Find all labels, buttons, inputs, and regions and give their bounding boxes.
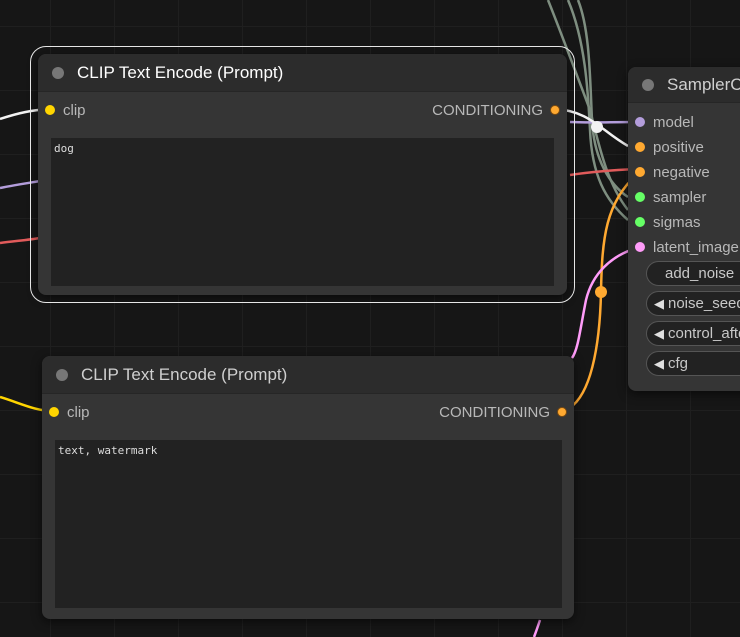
input-slot-sigmas[interactable]: sigmas: [635, 213, 701, 231]
input-slot-negative[interactable]: negative: [635, 163, 710, 181]
widget-label-noise-seed: noise_seed: [668, 295, 740, 312]
output-slot-conditioning[interactable]: CONDITIONING: [439, 403, 567, 421]
noise-seed-widget[interactable]: ◀ noise_seed: [646, 291, 740, 316]
input-label-positive: positive: [653, 138, 704, 156]
output-slot-conditioning[interactable]: CONDITIONING: [432, 101, 560, 119]
control-after-generate-widget[interactable]: ◀ control_after: [646, 321, 740, 346]
conditioning-output-dot-icon[interactable]: [550, 105, 560, 115]
decrement-arrow-icon[interactable]: ◀: [654, 296, 664, 312]
node-title: CLIP Text Encode (Prompt): [81, 364, 288, 384]
node-title-bar[interactable]: CLIP Text Encode (Prompt): [38, 54, 567, 92]
decrement-arrow-icon[interactable]: ◀: [654, 326, 664, 342]
sampler-input-dot-icon[interactable]: [635, 192, 645, 202]
model-input-dot-icon[interactable]: [635, 117, 645, 127]
add-noise-widget[interactable]: add_noise: [646, 261, 740, 286]
wire-gray-3: [576, 0, 629, 199]
output-label-conditioning: CONDITIONING: [432, 101, 543, 119]
wire-gray-2: [566, 0, 629, 221]
sampler-custom-node[interactable]: SamplerC model positive negative sampler…: [628, 67, 740, 391]
negative-input-dot-icon[interactable]: [635, 167, 645, 177]
input-label-negative: negative: [653, 163, 710, 181]
collapse-dot-icon[interactable]: [642, 78, 654, 91]
cfg-widget[interactable]: ◀ cfg: [646, 351, 740, 376]
prompt-text-area[interactable]: dog: [51, 138, 554, 286]
clip-input-dot-icon[interactable]: [49, 407, 59, 417]
positive-input-dot-icon[interactable]: [635, 142, 645, 152]
input-slot-model[interactable]: model: [635, 113, 694, 131]
clip-input-dot-icon[interactable]: [45, 105, 55, 115]
input-label-clip: clip: [67, 403, 90, 421]
clip-text-encode-positive-node[interactable]: CLIP Text Encode (Prompt) clip CONDITION…: [30, 46, 575, 303]
node-title-bar[interactable]: SamplerC: [628, 67, 740, 103]
input-slot-clip[interactable]: clip: [45, 101, 86, 119]
latent-input-dot-icon[interactable]: [635, 242, 645, 252]
reroute-dot-white[interactable]: [591, 121, 603, 133]
wire-pink-bottom: [532, 619, 542, 637]
widget-label-add-noise: add_noise: [665, 265, 735, 282]
sigmas-input-dot-icon[interactable]: [635, 217, 645, 227]
wire-red-1: [0, 236, 41, 245]
prompt-text-area[interactable]: text, watermark: [55, 440, 562, 608]
collapse-dot-icon[interactable]: [52, 66, 64, 79]
reroute-dot-orange[interactable]: [595, 286, 607, 298]
node-title-bar[interactable]: CLIP Text Encode (Prompt): [42, 356, 574, 394]
decrement-arrow-icon[interactable]: ◀: [654, 356, 664, 372]
conditioning-output-dot-icon[interactable]: [557, 407, 567, 417]
input-label-clip: clip: [63, 101, 86, 119]
widget-label-control-after: control_after: [668, 325, 740, 342]
input-slot-clip[interactable]: clip: [49, 403, 90, 421]
widget-label-cfg: cfg: [668, 355, 689, 372]
output-label-conditioning: CONDITIONING: [439, 403, 550, 421]
clip-text-encode-negative-node[interactable]: CLIP Text Encode (Prompt) clip CONDITION…: [42, 356, 574, 619]
input-label-latent-image: latent_image: [653, 238, 739, 256]
collapse-dot-icon[interactable]: [56, 368, 68, 381]
node-title: SamplerC: [667, 74, 740, 94]
input-label-sampler: sampler: [653, 188, 707, 206]
input-slot-latent-image[interactable]: latent_image: [635, 238, 739, 256]
node-title: CLIP Text Encode (Prompt): [77, 62, 284, 82]
input-label-model: model: [653, 113, 694, 131]
input-slot-positive[interactable]: positive: [635, 138, 704, 156]
input-slot-sampler[interactable]: sampler: [635, 188, 706, 206]
input-label-sigmas: sigmas: [653, 213, 701, 231]
wire-purple-model: [0, 179, 41, 190]
